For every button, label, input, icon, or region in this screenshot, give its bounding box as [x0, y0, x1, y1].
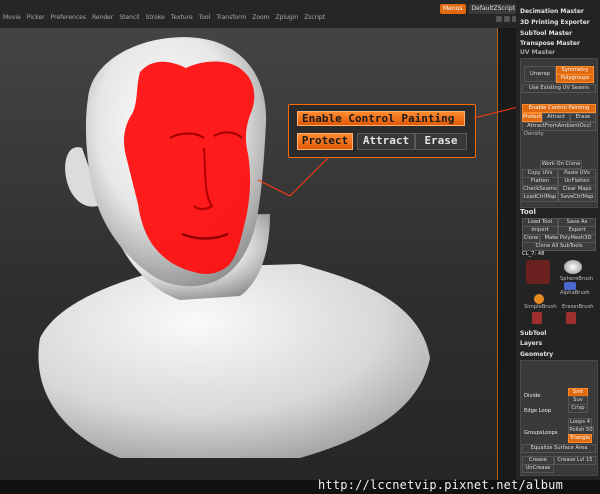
maximize-icon[interactable]	[504, 16, 510, 22]
eraser-brush-label: EraserBrush	[562, 304, 594, 310]
watermark-url: http://lccnetvip.pixnet.net/album	[318, 478, 564, 492]
erase-button[interactable]: Erase	[415, 133, 467, 150]
groups-loops-button[interactable]: GroupsLoops	[524, 430, 558, 436]
main-menu: Movie Picker Preferences Render Stencil …	[0, 13, 328, 23]
subtool-thumb-1[interactable]	[532, 312, 542, 324]
protect-small-button[interactable]: Protect	[522, 113, 542, 122]
protect-button[interactable]: Protect	[297, 133, 353, 150]
simple-brush-label: SimpleBrush	[524, 304, 557, 310]
clone-all-subtools-button[interactable]: Clone All SubTools	[522, 242, 596, 251]
minimize-icon[interactable]	[496, 16, 502, 22]
edge-loop-button[interactable]: Edge Loop	[524, 408, 551, 414]
tool-palette-title[interactable]: Tool	[520, 208, 536, 216]
menu-zscript[interactable]: Zscript	[301, 13, 328, 23]
menu-stencil[interactable]: Stencil	[116, 13, 142, 23]
transpose-master-item[interactable]: Transpose Master	[520, 40, 580, 47]
crisp-toggle[interactable]: Crisp	[568, 404, 588, 413]
subtool-section[interactable]: SubTool	[520, 330, 546, 337]
alpha-brush-label: AlphaBrush	[560, 290, 590, 296]
current-tool-label: CL_7: 48	[522, 251, 545, 257]
top-right-controls: Menus DefaultZScript	[439, 4, 518, 14]
attract-small-button[interactable]: Attract	[542, 113, 570, 122]
top-bar: Movie Picker Preferences Render Stencil …	[0, 0, 600, 29]
window-icons	[496, 16, 518, 22]
menu-render[interactable]: Render	[89, 13, 116, 23]
save-ctrl-map-button[interactable]: SaveCtrlMap	[558, 193, 596, 202]
crease-level-slider[interactable]: Crease Lvl 15	[554, 456, 596, 465]
alpha-brush-thumbnail[interactable]	[564, 282, 576, 290]
menu-zoom[interactable]: Zoom	[249, 13, 272, 23]
subtool-thumb-2[interactable]	[566, 312, 576, 324]
work-on-clone-button[interactable]: Work On Clone	[540, 160, 582, 169]
density-label: Density	[524, 131, 544, 137]
menu-tool[interactable]: Tool	[196, 13, 214, 23]
enable-control-painting-button[interactable]: Enable Control Painting	[297, 111, 465, 126]
attract-from-ambient-button[interactable]: AttractFromAmbientOccl	[522, 122, 596, 131]
load-ctrl-map-button[interactable]: LoadCtrlMap	[522, 193, 558, 202]
uncrease-button[interactable]: UnCrease	[522, 464, 554, 473]
sphere-brush-thumbnail[interactable]	[564, 260, 582, 274]
geometry-section[interactable]: Geometry	[520, 351, 553, 358]
menu-transform[interactable]: Transform	[213, 13, 249, 23]
simple-brush-thumbnail[interactable]	[534, 294, 544, 304]
layers-section[interactable]: Layers	[520, 340, 542, 347]
current-tool-thumbnail[interactable]	[526, 260, 550, 284]
unwrap-button[interactable]: Unwrap	[524, 66, 556, 82]
polygroups-toggle[interactable]: Polygroups	[556, 74, 594, 83]
uv-master-item[interactable]: UV Master	[520, 49, 555, 56]
menu-picker[interactable]: Picker	[24, 13, 48, 23]
enable-control-painting-toggle[interactable]: Enable Control Painting	[522, 104, 596, 113]
head-model	[38, 37, 430, 458]
menu-stroke[interactable]: Stroke	[143, 13, 168, 23]
menu-movie[interactable]: Movie	[0, 13, 24, 23]
attract-button[interactable]: Attract	[357, 133, 415, 150]
script-selector[interactable]: DefaultZScript	[468, 4, 518, 14]
viewport-edge	[497, 28, 508, 480]
divide-button[interactable]: Divide	[524, 393, 540, 399]
menus-toggle[interactable]: Menus	[439, 4, 466, 14]
menu-zplugin[interactable]: Zplugin	[273, 13, 302, 23]
menu-preferences[interactable]: Preferences	[48, 13, 89, 23]
equalize-surface-area-button[interactable]: Equalize Surface Area	[522, 444, 596, 453]
triangle-toggle[interactable]: Triangle	[568, 434, 592, 443]
menu-texture[interactable]: Texture	[168, 13, 196, 23]
canvas-viewport[interactable]	[0, 28, 508, 480]
decimation-master-item[interactable]: Decimation Master	[520, 8, 584, 15]
3d-printing-item[interactable]: 3D Printing Exporter	[520, 19, 590, 26]
erase-small-button[interactable]: Erase	[570, 113, 596, 122]
subtool-master-item[interactable]: SubTool Master	[520, 30, 572, 37]
control-painting-callout: Enable Control Painting Protect Attract …	[288, 104, 476, 158]
use-existing-uv-seams-toggle[interactable]: Use Existing UV Seams	[522, 84, 596, 93]
right-tray: Decimation Master 3D Printing Exporter S…	[516, 0, 600, 480]
